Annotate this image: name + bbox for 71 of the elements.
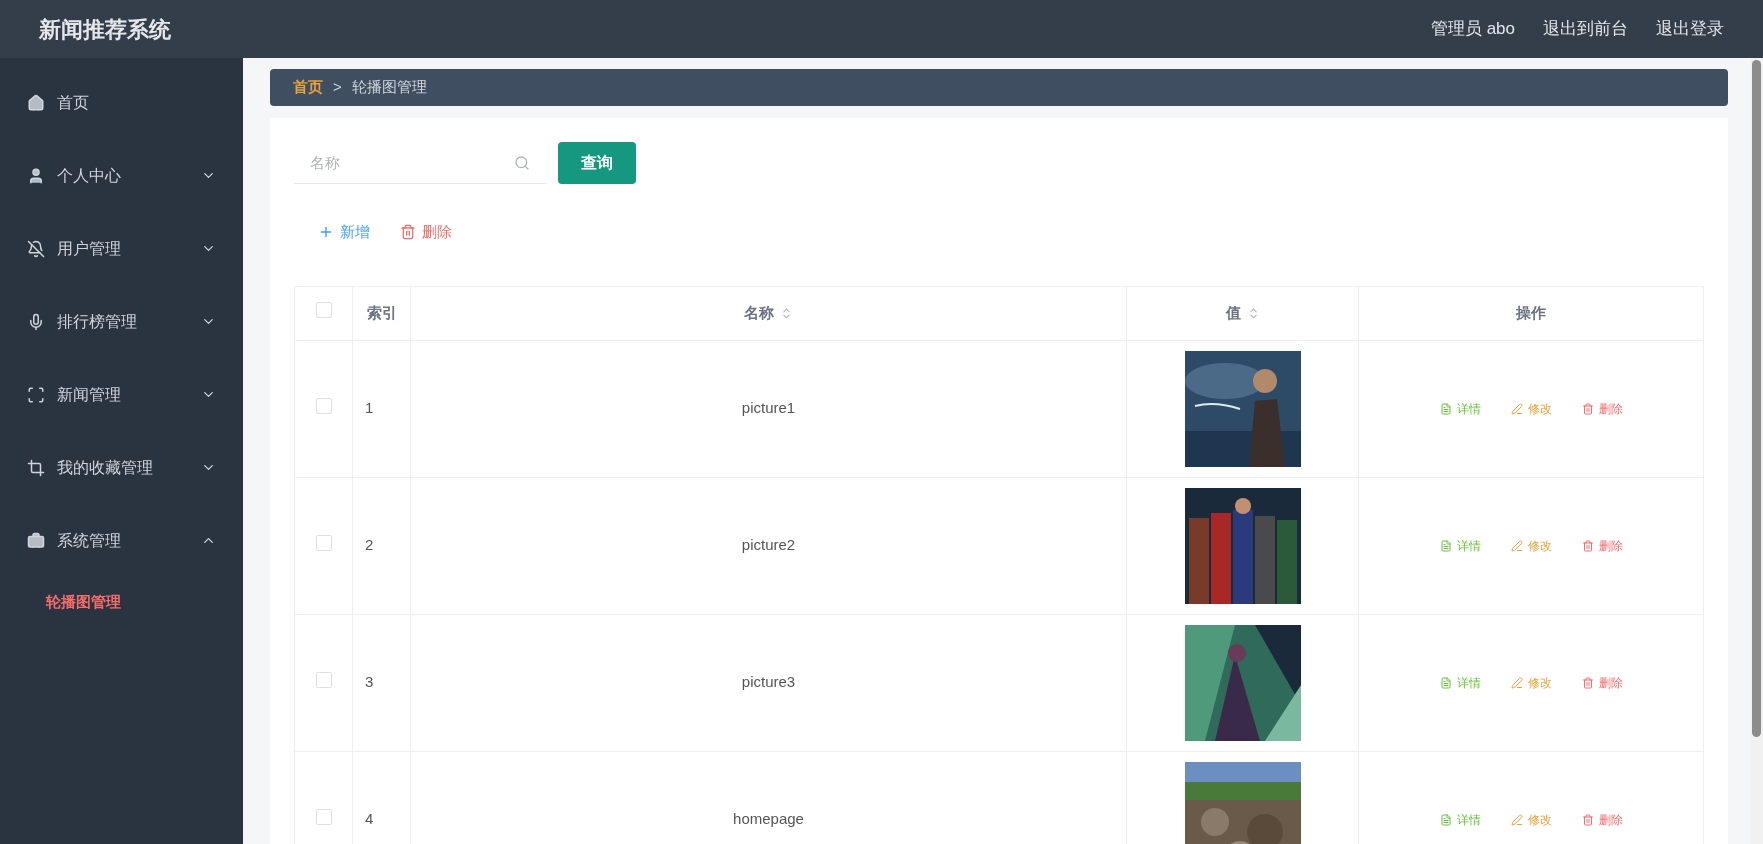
- user-icon: [27, 166, 45, 185]
- search-field[interactable]: 名称: [294, 142, 546, 184]
- sidebar-item[interactable]: 系统管理: [0, 504, 243, 577]
- table-cell: picture2: [741, 536, 796, 554]
- sidebar-item[interactable]: 排行榜管理: [0, 285, 243, 358]
- delete-button[interactable]: 删除: [1581, 536, 1623, 555]
- query-button[interactable]: 查询: [558, 142, 636, 184]
- sidebar-item[interactable]: 用户管理: [0, 212, 243, 285]
- bell-off-icon: [27, 239, 45, 258]
- trash-icon: [1581, 676, 1594, 689]
- search-icon: [514, 155, 530, 171]
- trash-icon: [1581, 539, 1594, 552]
- header-link[interactable]: 退出登录: [1656, 16, 1724, 42]
- checkbox[interactable]: [315, 671, 332, 688]
- edit-button[interactable]: 修改: [1510, 399, 1552, 418]
- table-cell: 4: [365, 810, 374, 828]
- checkbox[interactable]: [315, 301, 332, 318]
- table-cell: picture1: [741, 399, 796, 417]
- table-cell: 2: [365, 536, 374, 554]
- pencil-icon: [1510, 676, 1523, 689]
- delete-button[interactable]: 删除: [1581, 673, 1623, 692]
- header-link[interactable]: 管理员 abo: [1430, 16, 1515, 42]
- table-cell: picture3: [741, 673, 796, 691]
- sort-icon[interactable]: [780, 306, 793, 320]
- add-button[interactable]: 新增: [316, 217, 372, 248]
- trash-icon: [400, 224, 416, 241]
- table-cell: 1: [365, 399, 374, 417]
- column-header: 值: [1225, 302, 1241, 323]
- delete-button[interactable]: 删除: [1581, 399, 1623, 418]
- pencil-icon: [1510, 402, 1523, 415]
- app-title: 新闻推荐系统: [39, 15, 171, 44]
- sidebar-item[interactable]: 新闻管理: [0, 358, 243, 431]
- column-header: 操作: [1516, 302, 1546, 323]
- home-icon: [27, 93, 45, 112]
- microphone-icon: [27, 312, 45, 331]
- table-cell: homepage: [733, 810, 804, 828]
- edit-button[interactable]: 修改: [1510, 673, 1552, 692]
- detail-button[interactable]: 详情: [1439, 810, 1481, 829]
- checkbox[interactable]: [315, 808, 332, 825]
- checkbox[interactable]: [315, 534, 332, 551]
- sidebar-item[interactable]: 首页: [0, 66, 243, 139]
- edit-button[interactable]: 修改: [1510, 536, 1552, 555]
- detail-button[interactable]: 详情: [1439, 399, 1481, 418]
- checkbox[interactable]: [315, 397, 332, 414]
- document-icon: [1439, 813, 1452, 826]
- delete-button[interactable]: 删除: [398, 217, 454, 248]
- frame-corners-icon: [27, 385, 45, 404]
- column-header: 名称: [744, 302, 774, 323]
- column-header: 索引: [366, 302, 397, 323]
- breadcrumb-separator: >: [333, 77, 342, 98]
- sidebar-item[interactable]: 个人中心: [0, 139, 243, 212]
- document-icon: [1439, 539, 1452, 552]
- delete-button[interactable]: 删除: [1581, 810, 1623, 829]
- breadcrumb-item[interactable]: 首页: [293, 76, 323, 99]
- scrollbar-thumb[interactable]: [1752, 60, 1761, 737]
- trash-icon: [1581, 402, 1594, 415]
- pencil-icon: [1510, 539, 1523, 552]
- crop-icon: [27, 458, 45, 477]
- detail-button[interactable]: 详情: [1439, 673, 1481, 692]
- breadcrumb-item: 轮播图管理: [351, 77, 427, 98]
- sidebar-item[interactable]: 我的收藏管理: [0, 431, 243, 504]
- detail-button[interactable]: 详情: [1439, 536, 1481, 555]
- table-cell: 3: [365, 673, 374, 691]
- briefcase-icon: [27, 531, 45, 550]
- submenu-item[interactable]: 轮播图管理: [0, 577, 243, 627]
- pencil-icon: [1510, 813, 1523, 826]
- document-icon: [1439, 402, 1452, 415]
- document-icon: [1439, 676, 1452, 689]
- header-link[interactable]: 退出到前台: [1543, 16, 1628, 42]
- trash-icon: [1581, 813, 1594, 826]
- edit-button[interactable]: 修改: [1510, 810, 1552, 829]
